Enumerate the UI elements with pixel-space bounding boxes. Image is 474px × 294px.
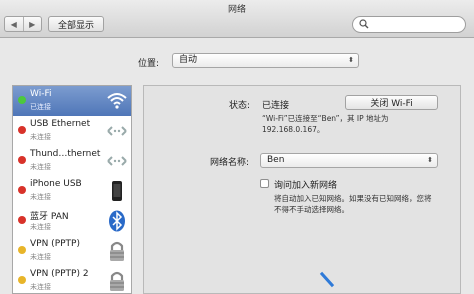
service-status: 未连接 [30, 163, 51, 171]
status-note: “Wi-Fi”已连接至“Ben”，其 IP 地址为 192.168.0.167。 [262, 113, 389, 135]
service-status: 未连接 [30, 223, 51, 231]
show-all-button[interactable]: 全部显示 [48, 16, 104, 32]
status-dot-icon [18, 126, 26, 134]
service-name: iPhone USB [30, 179, 82, 189]
status-label: 状态: [229, 101, 251, 111]
toolbar: 网络 ◀ ▶ 全部显示 [0, 0, 474, 38]
service-list: Wi-Fi 已连接 USB Ethernet 未连接 Thund…thernet 未连接 i… [12, 85, 132, 294]
ethernet-icon [105, 149, 129, 173]
ask-join-note: 将自动加入已知网络。如果没有已知网络，您将 不得不手动选择网络。 [274, 193, 432, 215]
popup-arrows-icon: ⬍ [348, 56, 354, 64]
search-input[interactable] [352, 16, 466, 33]
status-dot-icon [18, 186, 26, 194]
search-icon [359, 19, 369, 32]
status-note-line-2: 192.168.0.167。 [262, 125, 325, 134]
location-label: 位置: [138, 59, 160, 69]
status-value: 已连接 [262, 101, 290, 111]
service-item[interactable]: Thund…thernet 未连接 [13, 146, 131, 176]
service-status: 未连接 [30, 283, 51, 291]
status-dot-icon [18, 156, 26, 164]
service-item[interactable]: iPhone USB 未连接 [13, 176, 131, 206]
service-name: USB Ethernet [30, 119, 91, 129]
popup-arrows-icon: ⬍ [427, 156, 433, 164]
window-title: 网络 [227, 5, 246, 15]
service-name: Thund…thernet [30, 149, 101, 159]
bluetooth-icon [105, 209, 129, 233]
lock-icon [105, 269, 129, 293]
service-status: 未连接 [30, 253, 51, 261]
service-item[interactable]: VPN (PPTP) 2 未连接 [13, 266, 131, 293]
status-dot-icon [18, 276, 26, 284]
service-status: 未连接 [30, 133, 51, 141]
forward-icon[interactable]: ▶ [24, 17, 42, 31]
service-name: Wi-Fi [30, 89, 52, 99]
ask-join-note-line-1: 将自动加入已知网络。如果没有已知网络，您将 [274, 194, 432, 203]
service-name: 蓝牙 PAN [30, 212, 69, 222]
network-name-label: 网络名称: [210, 158, 250, 168]
service-item[interactable]: USB Ethernet 未连接 [13, 116, 131, 146]
location-popup[interactable]: 自动 ⬍ [172, 53, 359, 68]
service-item[interactable]: 蓝牙 PAN 未连接 [13, 206, 131, 236]
status-note-line-1: “Wi-Fi”已连接至“Ben”，其 IP 地址为 [262, 114, 389, 123]
network-name-popup[interactable]: Ben ⬍ [260, 153, 438, 168]
back-icon[interactable]: ◀ [5, 17, 24, 31]
turn-off-wifi-button[interactable]: 关闭 Wi-Fi [345, 95, 438, 110]
status-dot-icon [18, 216, 26, 224]
ask-join-note-line-2: 不得不手动选择网络。 [274, 205, 349, 214]
ask-join-label[interactable]: 询问加入新网络 [274, 178, 337, 191]
wifi-icon [105, 89, 129, 113]
ethernet-icon [105, 119, 129, 143]
lock-icon [105, 239, 129, 263]
iphone-icon [105, 179, 129, 203]
detail-pane: 状态: 已连接 关闭 Wi-Fi “Wi-Fi”已连接至“Ben”，其 IP 地… [143, 85, 461, 294]
ask-join-checkbox[interactable] [260, 179, 269, 188]
service-name: VPN (PPTP) [30, 239, 80, 249]
location-value: 自动 [179, 55, 198, 65]
network-name-value: Ben [267, 155, 285, 165]
service-item[interactable]: Wi-Fi 已连接 [13, 86, 131, 116]
status-dot-icon [18, 246, 26, 254]
service-item[interactable]: VPN (PPTP) 未连接 [13, 236, 131, 266]
service-status: 未连接 [30, 193, 51, 201]
back-forward-control: ◀ ▶ [4, 16, 42, 32]
status-dot-icon [18, 96, 26, 104]
service-name: VPN (PPTP) 2 [30, 269, 89, 279]
service-status: 已连接 [30, 103, 51, 111]
